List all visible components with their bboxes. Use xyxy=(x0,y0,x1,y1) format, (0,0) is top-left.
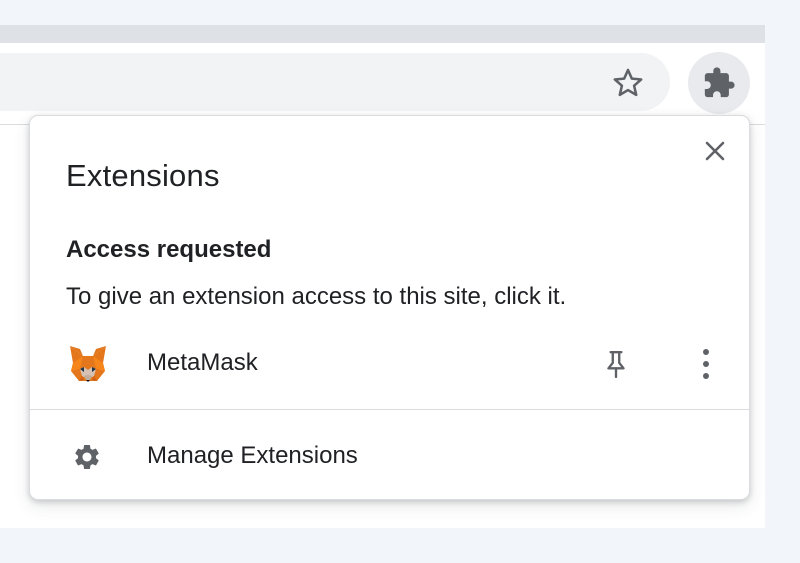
access-requested-description: To give an extension access to this site… xyxy=(66,283,567,310)
star-outline-icon xyxy=(613,68,643,97)
pin-icon xyxy=(607,350,625,378)
manage-extensions-label: Manage Extensions xyxy=(147,442,358,469)
metamask-fox-icon xyxy=(70,346,106,382)
browser-toolbar xyxy=(0,43,765,125)
access-requested-heading: Access requested xyxy=(66,236,272,263)
address-bar[interactable] xyxy=(0,53,670,111)
gear-icon xyxy=(75,445,99,469)
extensions-button[interactable] xyxy=(688,52,750,114)
divider xyxy=(30,409,749,410)
pin-extension-button[interactable] xyxy=(596,344,636,384)
bookmark-star-button[interactable] xyxy=(609,64,647,102)
tab-strip xyxy=(0,25,765,43)
more-vert-icon xyxy=(703,349,709,379)
extension-menu-button[interactable] xyxy=(686,344,726,384)
manage-extensions-item[interactable]: Manage Extensions xyxy=(30,426,749,486)
popup-title: Extensions xyxy=(66,158,220,193)
close-icon xyxy=(705,141,725,161)
puzzle-piece-icon xyxy=(704,67,735,98)
extension-name: MetaMask xyxy=(147,349,258,376)
extension-item-metamask[interactable]: MetaMask xyxy=(30,334,749,394)
extensions-popup: Extensions Access requested To give an e… xyxy=(29,115,750,500)
close-button[interactable] xyxy=(698,134,732,168)
